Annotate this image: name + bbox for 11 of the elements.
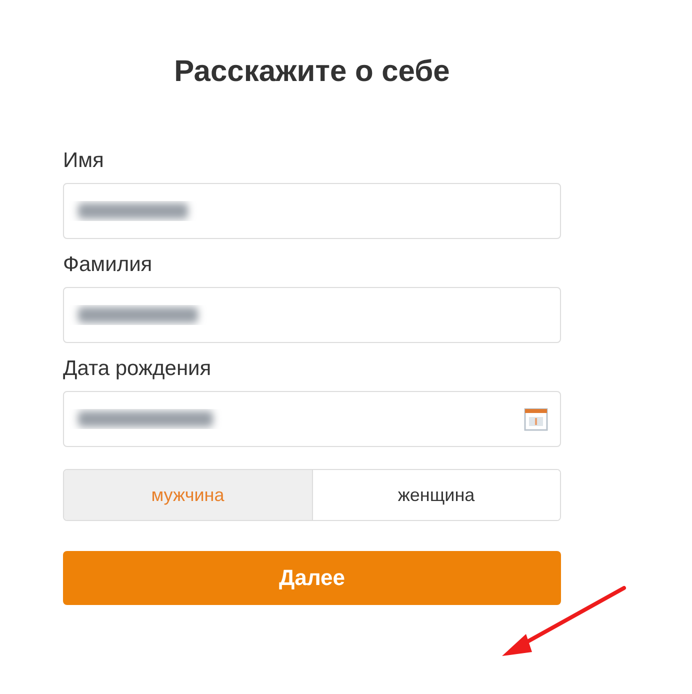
- field-label: Дата рождения: [63, 357, 212, 381]
- gender-option[interactable]: мужчина: [64, 470, 312, 520]
- input-field[interactable]: [63, 391, 561, 447]
- calendar-icon[interactable]: [524, 407, 548, 431]
- input-field[interactable]: [63, 183, 561, 239]
- input-field[interactable]: [63, 287, 561, 343]
- field-label: Фамилия: [63, 253, 154, 277]
- next-button[interactable]: Далее: [63, 551, 561, 605]
- form-title: Расскажите о себе: [173, 55, 451, 89]
- field-label: Имя: [63, 149, 105, 173]
- gender-option[interactable]: женщина: [312, 470, 560, 520]
